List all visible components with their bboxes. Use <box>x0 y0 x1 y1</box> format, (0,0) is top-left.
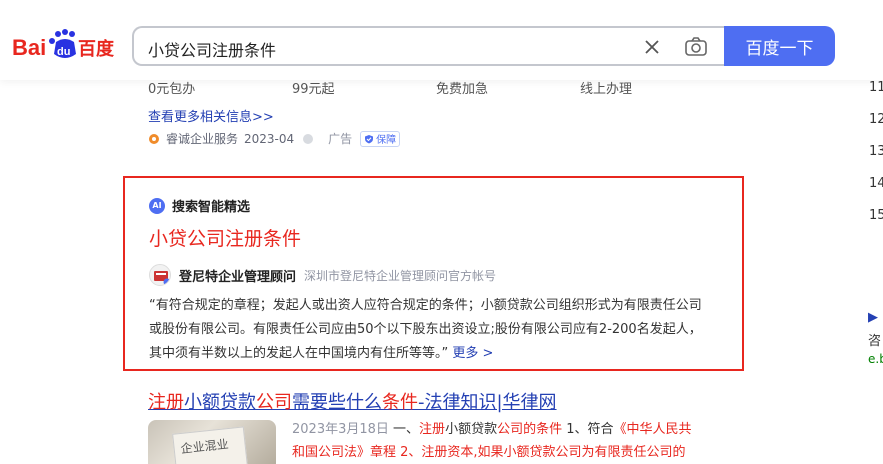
ai-card-header: AI 搜索智能精选 <box>149 196 250 215</box>
ai-card-header-label: 搜索智能精选 <box>172 200 251 215</box>
desc-part: 1、符合 <box>562 422 614 437</box>
desc-part: 条件 <box>536 422 563 437</box>
camera-icon[interactable] <box>684 36 708 58</box>
ai-smart-pick-card: AI 搜索智能精选 小贷公司注册条件 登尼特企业管理顾问 深圳市登尼特企业管理顾… <box>123 176 744 371</box>
ad-feature: 99元起 <box>292 82 335 97</box>
title-part: -法律知识|华律网 <box>418 392 557 413</box>
result-thumbnail[interactable]: 企业混业 <box>148 420 276 464</box>
guarantee-badge[interactable]: 保障 <box>360 130 401 147</box>
company-logo-icon <box>154 271 170 285</box>
ad-source-row: 睿诚企业服务 2023-04 广告 保障 <box>148 130 401 147</box>
hot-rank: 11 <box>869 80 883 95</box>
search-input[interactable]: 小贷公司注册条件 <box>132 26 725 66</box>
more-info-link[interactable]: 查看更多相关信息>> <box>148 106 274 125</box>
title-part: 条件 <box>382 392 418 413</box>
desc-part: 小额贷款 <box>445 422 498 437</box>
logo-text-bai: Bai <box>12 35 46 60</box>
ad-feature: 免费加急 <box>436 82 489 97</box>
ad-feature: 线上办理 <box>580 82 633 97</box>
hot-rank: 13 <box>869 144 883 159</box>
ad-label: 广告 <box>328 132 353 146</box>
hot-rank: 14 <box>869 176 883 191</box>
ai-card-text: “有符合规定的章程；发起人或出资人应符合规定的条件；小额贷款公司组织形式为有限责… <box>149 294 714 366</box>
ad-date: 2023-04 <box>244 131 295 146</box>
ad-feature: 0元包办 <box>148 82 196 97</box>
baidu-logo[interactable]: Bai du 百度 <box>12 28 118 62</box>
ad-source-name[interactable]: 睿诚企业服务 <box>166 130 238 147</box>
search-button[interactable]: 百度一下 <box>724 26 835 66</box>
desc-part: 公司的 <box>497 422 537 437</box>
ai-card-body: AI 搜索智能精选 小贷公司注册条件 登尼特企业管理顾问 深圳市登尼特企业管理顾… <box>133 182 725 365</box>
result-title-link[interactable]: 注册小额贷款公司需要些什么条件-法律知识|华律网 <box>148 388 557 414</box>
guarantee-label: 保障 <box>376 135 397 146</box>
title-part: 注册 <box>148 392 184 413</box>
thumbnail-text: 企业混业 <box>180 437 230 457</box>
ai-card-title[interactable]: 小贷公司注册条件 <box>149 224 301 251</box>
author-name[interactable]: 登尼特企业管理顾问 <box>179 266 296 285</box>
shield-check-icon <box>303 133 314 144</box>
title-part: 公司 <box>256 392 292 413</box>
ai-card-body-text: “有符合规定的章程；发起人或出资人应符合规定的条件；小额贷款公司组织形式为有限责… <box>149 298 702 361</box>
result-date: 2023年3月18日 <box>292 422 389 437</box>
ai-icon: AI <box>149 197 165 214</box>
logo-text-baidu-cn: 百度 <box>78 38 115 60</box>
close-icon[interactable] <box>642 37 662 57</box>
author-desc: 深圳市登尼特企业管理顾问官方帐号 <box>304 268 497 283</box>
hot-rank: 15 <box>869 208 883 223</box>
ai-more-link[interactable]: 更多 > <box>452 346 493 361</box>
result-description: 2023年3月18日 一、注册小额贷款公司的条件 1、符合《中华人民共和国公司法… <box>292 418 702 464</box>
right-panel-arrow[interactable]: ▶ <box>868 310 878 325</box>
title-part: 需要些什么 <box>292 392 382 413</box>
desc-part: 注册 <box>419 422 446 437</box>
logo-text-du: du <box>57 46 70 58</box>
search-query-text[interactable]: 小贷公司注册条件 <box>148 37 276 61</box>
check-shield-icon <box>365 134 374 143</box>
title-part: 小额贷款 <box>184 392 256 413</box>
thumbnail-card: 企业混业 <box>172 426 248 464</box>
top-bar: Bai du 百度 小贷公司注册条件 百度一下 <box>0 0 883 80</box>
source-logo-icon <box>149 133 159 144</box>
avatar[interactable] <box>149 264 171 286</box>
author-row: 登尼特企业管理顾问 深圳市登尼特企业管理顾问官方帐号 <box>149 264 496 286</box>
right-panel-url: e.b <box>868 352 883 366</box>
hot-rank: 12 <box>869 112 883 127</box>
desc-part: 一、 <box>388 422 420 437</box>
right-panel-text: 咨 <box>868 334 882 349</box>
